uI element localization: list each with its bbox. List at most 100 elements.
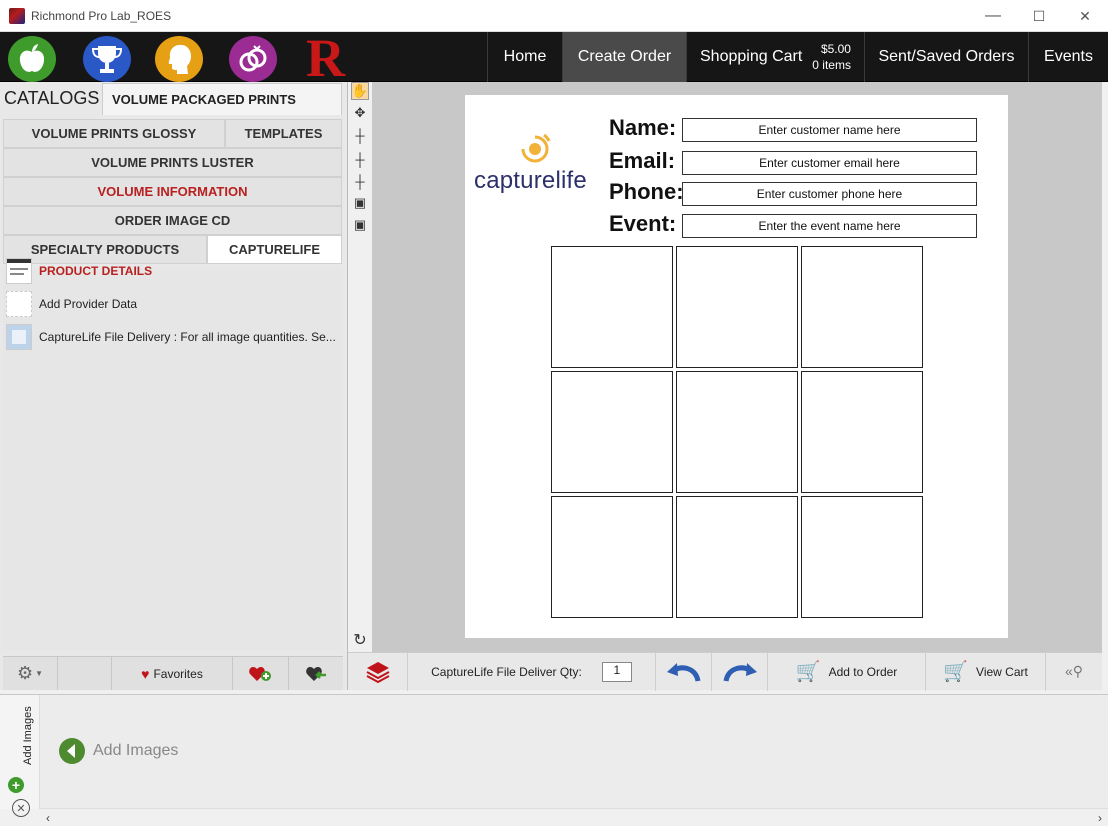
undo-icon [666,662,700,682]
nav-create-order[interactable]: Create Order [562,32,686,82]
name-field[interactable]: Enter customer name here [682,118,977,142]
add-to-order-label: Add to Order [828,664,898,679]
app-logo-icon [9,7,25,24]
photo-slot[interactable] [551,246,673,368]
list-item[interactable]: Add Provider Data [3,289,342,319]
add-to-order-button[interactable]: 🛒 Add to Order [768,652,926,691]
window-titlebar: Richmond Pro Lab_ROES — ☐ ✕ [0,0,1108,32]
catalog-tab-row: VOLUME PRINTS GLOSSY TEMPLATES [3,119,342,148]
catalog-toolbar: ⚙ ▼ ♥ Favorites [3,656,343,690]
tab-volume-prints-glossy[interactable]: VOLUME PRINTS GLOSSY [3,119,225,148]
main-nav: R Home Create Order Shopping Cart $5.00 … [0,28,1108,88]
tab-volume-packaged-prints[interactable]: VOLUME PACKAGED PRINTS [102,83,342,115]
image-tool-icon[interactable]: ┼ [351,172,369,190]
photo-slot[interactable] [676,371,798,493]
product-label: PRODUCT DETAILS [39,264,153,278]
trophy-icon [92,46,122,73]
gear-icon: ⚙ [16,663,34,683]
product-list: PRODUCT DETAILS Add Provider Data Captur… [3,258,342,650]
event-field[interactable]: Enter the event name here [682,214,977,238]
scroll-right-icon[interactable]: › [1098,811,1102,825]
nav-create-order-label: Create Order [577,48,672,65]
rings-icon [239,45,267,72]
canvas-toolbar: CaptureLife File Deliver Qty: 1 🛒 Add to… [348,652,1102,691]
heart-icon: ♥ [141,665,150,682]
phone-field[interactable]: Enter customer phone here [682,182,977,206]
tab-templates[interactable]: TEMPLATES [225,119,342,148]
catalogs-heading: CATALOGS [4,88,100,108]
quantity-input[interactable]: 1 [601,661,632,682]
event-label: Event: [609,211,677,236]
favorites-button[interactable]: ♥ Favorites [112,657,233,690]
tab-volume-prints-luster[interactable]: VOLUME PRINTS LUSTER [3,148,342,177]
photo-slot[interactable] [551,496,673,618]
move-tool-icon[interactable]: ✥ [351,104,369,122]
nav-events[interactable]: Events [1028,32,1108,82]
name-label: Name: [609,115,677,140]
catalog-tab-row: VOLUME PRINTS LUSTER [3,148,342,177]
view-cart-label: View Cart [976,664,1028,679]
tab-volume-information[interactable]: VOLUME INFORMATION [3,177,342,206]
fit-tool-icon[interactable]: ▣ [351,194,369,212]
list-item[interactable]: CaptureLife File Delivery : For all imag… [3,322,342,352]
maximize-button[interactable]: ☐ [1016,0,1062,32]
apple-icon [19,44,45,72]
hand-tool-icon[interactable]: ✋ [351,82,369,100]
photo-slot[interactable] [801,246,923,368]
remove-favorite-button[interactable] [289,657,343,690]
quantity-group: CaptureLife File Deliver Qty: 1 [408,652,656,691]
heart-add-icon [248,666,271,681]
redo-button[interactable] [712,652,768,691]
nav-events-label: Events [1044,48,1093,65]
tray-vertical-tab[interactable]: Add Images [0,705,40,773]
capturelife-logo-icon [521,133,551,163]
toolbar-spacer [58,657,112,690]
nav-rings-button[interactable] [229,36,277,82]
quantity-label: CaptureLife File Deliver Qty: [431,664,582,679]
tray-sidebar: Add Images + ✕ [0,695,40,817]
cart-total: $5.00 0 items [812,41,851,73]
list-item[interactable]: PRODUCT DETAILS [3,256,342,286]
brand-logo: R [306,28,345,88]
nav-shopping-cart[interactable]: Shopping Cart $5.00 0 items [686,32,864,82]
product-label: Add Provider Data [39,297,138,311]
collapse-panel-button[interactable]: «⚲ [1046,653,1102,691]
undo-button[interactable] [656,652,712,691]
close-circle-icon[interactable]: ✕ [12,799,30,817]
email-field[interactable]: Enter customer email here [682,151,977,175]
layers-icon [366,661,389,683]
image-tray: Add Images + ✕ Add Images [0,694,1108,817]
view-cart-button[interactable]: 🛒 View Cart [926,652,1046,691]
nav-apple-button[interactable] [8,36,56,82]
horizontal-scrollbar[interactable]: ‹ › [40,808,1108,826]
cart-icon: 🛒 [943,661,969,683]
add-icon[interactable]: + [8,777,24,793]
add-images-button[interactable]: Add Images [58,737,178,765]
photo-slot[interactable] [801,371,923,493]
rotate-icon[interactable]: ↻ [351,631,369,649]
nav-shopping-cart-label: Shopping Cart [700,48,803,65]
layers-button[interactable] [348,652,408,691]
crosshair-tool-icon[interactable]: ┼ [351,126,369,144]
nav-sent-saved-orders[interactable]: Sent/Saved Orders [864,32,1028,82]
nav-portrait-button[interactable] [155,36,203,82]
add-favorite-button[interactable] [233,657,289,690]
tab-order-image-cd[interactable]: ORDER IMAGE CD [3,206,342,235]
template-page[interactable]: capturelife Name: Enter customer name he… [465,95,1008,638]
fill-tool-icon[interactable]: ▣ [351,216,369,234]
window-title: Richmond Pro Lab_ROES [31,8,172,23]
settings-button[interactable]: ⚙ ▼ [3,657,58,690]
photo-slot[interactable] [676,246,798,368]
nav-home-label: Home [503,48,547,65]
photo-slot[interactable] [801,496,923,618]
photo-slot[interactable] [676,496,798,618]
nav-trophy-button[interactable] [83,36,131,82]
provider-data-thumbnail [6,291,32,317]
close-button[interactable]: ✕ [1062,0,1108,32]
text-tool-icon[interactable]: ┼ [351,150,369,168]
chevron-down-icon: ▼ [35,669,44,678]
photo-slot[interactable] [551,371,673,493]
scroll-left-icon[interactable]: ‹ [46,811,50,825]
nav-home[interactable]: Home [487,32,562,82]
minimize-button[interactable]: — [970,0,1016,32]
